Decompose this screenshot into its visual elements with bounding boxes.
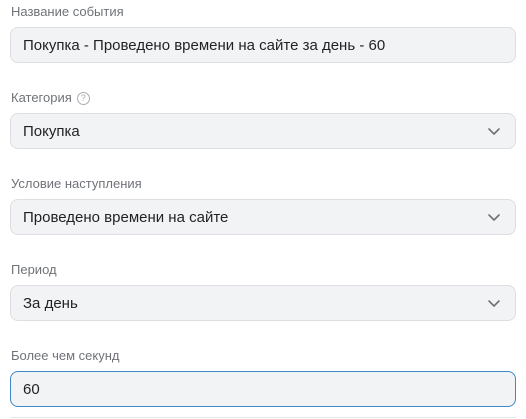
- event-name-value: Покупка - Проведено времени на сайте за …: [23, 36, 386, 54]
- category-label: Категория ?: [11, 90, 90, 106]
- chevron-down-icon[interactable]: [487, 296, 501, 310]
- condition-select[interactable]: Проведено времени на сайте: [10, 199, 516, 235]
- event-name-label-text: Название события: [11, 4, 124, 19]
- period-value: За день: [23, 294, 78, 312]
- category-select[interactable]: Покупка: [10, 113, 516, 149]
- category-value: Покупка: [23, 122, 80, 140]
- seconds-label-text: Более чем секунд: [11, 348, 120, 363]
- category-label-text: Категория: [11, 90, 72, 105]
- condition-label: Условие наступления: [11, 176, 142, 192]
- chevron-down-icon[interactable]: [487, 124, 501, 138]
- seconds-label: Более чем секунд: [11, 348, 120, 364]
- period-label-text: Период: [11, 262, 57, 277]
- event-name-field[interactable]: Покупка - Проведено времени на сайте за …: [10, 27, 516, 63]
- period-select[interactable]: За день: [10, 285, 516, 321]
- seconds-value: 60: [23, 380, 40, 398]
- chevron-down-icon[interactable]: [487, 210, 501, 224]
- divider: [10, 417, 516, 418]
- event-settings-form: Название события Покупка - Проведено вре…: [0, 0, 526, 419]
- condition-value: Проведено времени на сайте: [23, 208, 229, 226]
- period-label: Период: [11, 262, 57, 278]
- seconds-input[interactable]: 60: [10, 371, 516, 407]
- help-circle-icon[interactable]: ?: [76, 91, 90, 105]
- condition-label-text: Условие наступления: [11, 176, 142, 191]
- event-name-label: Название события: [11, 4, 124, 20]
